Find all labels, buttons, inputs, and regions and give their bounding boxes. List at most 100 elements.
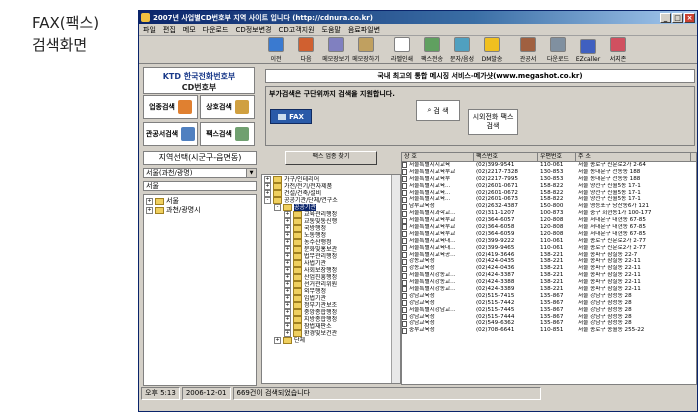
category-tree-item[interactable]: + 교통및통신행 (264, 218, 398, 225)
fax-toggle-button[interactable]: FAX (270, 109, 312, 124)
category-tree-item[interactable]: + 지방종합행정 (264, 316, 398, 323)
category-tree-item[interactable]: + 정부기관보조 (264, 302, 398, 309)
menu-item-4[interactable]: CD정보변경 (235, 25, 271, 35)
expand-toggle-icon[interactable]: + (264, 176, 271, 183)
expand-toggle-icon[interactable]: + (284, 218, 291, 225)
table-row[interactable]: 강남교육청 (02)515-7442 135-867 서울 강남구 삼성동 28 (402, 300, 696, 307)
table-row[interactable]: 서울특별시교육대... (02)399-9222 110-061 서울 종로구 신문로… (402, 238, 696, 245)
toolbar-button-3[interactable]: 메모장하기 (351, 36, 381, 63)
toolbar-button-11[interactable]: 서지존 (603, 36, 633, 63)
table-row[interactable]: 중부교육청 (02)708-6641 110-851 서울 종로구 송월동 255-2… (402, 327, 696, 334)
table-row[interactable]: 서울특별시교육부교 (02)364-6058 120-808 서울 서대문구 대현동 … (402, 224, 696, 231)
maximize-button[interactable]: □ (672, 12, 683, 23)
long-distance-fax-search-button[interactable]: 시외전화 팩스 검색 (468, 109, 518, 135)
category-tree-item[interactable]: + 사법기관 (264, 260, 398, 267)
expand-toggle-icon[interactable]: + (284, 330, 291, 337)
menu-item-1[interactable]: 편집 (163, 25, 176, 35)
expand-toggle-icon[interactable]: + (264, 190, 271, 197)
menu-item-5[interactable]: CD고객지원 (278, 25, 314, 35)
expand-toggle-icon[interactable]: + (146, 198, 153, 205)
table-row[interactable]: 서울특별시교육... (02)2601-0672 158-822 서울 양천구 신월5… (402, 190, 696, 197)
table-row[interactable]: 강남교육청 (02)549-6362 135-867 서울 강남구 삼성동 28 (402, 320, 696, 327)
table-row[interactable]: 서울특별시교육부교 (02)364-6057 120-808 서울 서대문구 대현동 … (402, 217, 696, 224)
expand-toggle-icon[interactable]: + (146, 207, 153, 214)
menu-item-7[interactable]: 음료파일변 (348, 25, 380, 35)
menu-item-6[interactable]: 도움말 (322, 25, 341, 35)
close-button[interactable]: × (684, 12, 695, 23)
category-tree-item[interactable]: + 외무행정 (264, 288, 398, 295)
expand-toggle-icon[interactable]: + (284, 288, 291, 295)
toolbar-button-5[interactable]: 팩스전송 (417, 36, 447, 63)
category-tree-item[interactable]: + 노동행정 (264, 232, 398, 239)
chevron-down-icon[interactable]: ▼ (246, 169, 256, 177)
expand-toggle-icon[interactable]: + (284, 267, 291, 274)
category-tree-item[interactable]: + 참법재판소 (264, 323, 398, 330)
category-tree-item[interactable]: + 선거관리위원 (264, 281, 398, 288)
column-header-3[interactable]: 주 소 (576, 153, 691, 161)
table-row[interactable]: 서울특별시교육... (02)2601-0671 158-822 서울 양천구 신월5… (402, 183, 696, 190)
table-row[interactable]: 서울특별시강동교... (02)424-3387 138-221 서울 송파구 잠실동… (402, 272, 696, 279)
expand-toggle-icon[interactable]: + (284, 232, 291, 239)
search-mode-button-3[interactable]: 팩스검색 (200, 122, 255, 146)
search-mode-button-0[interactable]: 업종검색 (143, 95, 198, 119)
expand-toggle-icon[interactable]: - (264, 197, 271, 204)
expand-toggle-icon[interactable]: + (264, 183, 271, 190)
expand-toggle-icon[interactable]: + (284, 281, 291, 288)
region-tree-item[interactable]: + 과천/광명시 (146, 206, 254, 215)
region-select[interactable]: 서울(과천/광명) ▼ (143, 168, 257, 178)
search-mode-button-1[interactable]: 상호검색 (200, 95, 255, 119)
search-mode-button-2[interactable]: 관공서검색 (143, 122, 198, 146)
menu-item-0[interactable]: 파일 (143, 25, 156, 35)
expand-toggle-icon[interactable]: + (284, 302, 291, 309)
region-tree-item[interactable]: + 서울 (146, 197, 254, 206)
table-row[interactable]: 서울특별시강남교... (02)515-7445 135-867 서울 강남구 삼성동… (402, 307, 696, 314)
toolbar-button-10[interactable]: EZcaller (573, 36, 603, 63)
toolbar-button-6[interactable]: 문자/음성 (447, 36, 477, 63)
toolbar-button-7[interactable]: DM발송 (477, 36, 507, 63)
toolbar-button-0[interactable]: 이전 (261, 36, 291, 63)
column-header-2[interactable]: 우편번호 (538, 153, 576, 161)
expand-toggle-icon[interactable]: + (284, 260, 291, 267)
category-tree-item[interactable]: + 법무관리행정 (264, 253, 398, 260)
toolbar-button-9[interactable]: 다운로드 (543, 36, 573, 63)
category-tree-item[interactable]: + 입법기관 (264, 295, 398, 302)
expand-toggle-icon[interactable]: + (284, 316, 291, 323)
category-tree-item[interactable]: + 중앙종합행정 (264, 309, 398, 316)
category-tree-item[interactable]: + 단체 (264, 337, 398, 344)
table-row[interactable]: 서울특별시강동교... (02)424-3388 138-221 서울 송파구 잠실동… (402, 279, 696, 286)
table-row[interactable]: 서울특별시강동교... (02)424-3389 138-221 서울 송파구 잠실동… (402, 286, 696, 293)
category-tree-item[interactable]: + 농수산행정 (264, 239, 398, 246)
column-header-1[interactable]: 팩스번호 (474, 153, 538, 161)
table-row[interactable]: 서울특별시교육부교 (02)364-6059 120-808 서울 서대문구 대현동 … (402, 231, 696, 238)
table-row[interactable]: 서울특별시과학교... (02)311-1207 100-873 서울 중구 회현동1… (402, 210, 696, 217)
category-tree-item[interactable]: + 사회보장행정 (264, 267, 398, 274)
menu-item-3[interactable]: 다운로드 (203, 25, 229, 35)
category-tree-item[interactable]: + 문화및홍보관 (264, 246, 398, 253)
table-row[interactable]: 서울특별시교육대... (02)399-9465 110-061 서울 종로구 신문로… (402, 245, 696, 252)
expand-toggle-icon[interactable]: + (284, 239, 291, 246)
category-tree-item[interactable]: + 가구/인테리어 (264, 176, 398, 183)
menu-item-2[interactable]: 메모 (183, 25, 196, 35)
toolbar-button-4[interactable]: 라벨인쇄 (387, 36, 417, 63)
expand-toggle-icon[interactable]: + (284, 295, 291, 302)
toolbar-button-8[interactable]: 관공서 (513, 36, 543, 63)
minimize-button[interactable]: _ (660, 12, 671, 23)
category-tree-item[interactable]: + 가전/전기/전자제품 (264, 183, 398, 190)
category-tree-item[interactable]: + 산업진흥행정 (264, 274, 398, 281)
region-input[interactable]: 서울 (143, 181, 257, 191)
toolbar-button-1[interactable]: 다음 (291, 36, 321, 63)
category-scrollbar[interactable] (391, 175, 400, 383)
expand-toggle-icon[interactable]: + (284, 211, 291, 218)
table-row[interactable]: 서울특별시교육부 (02)2217-7995 130-853 서울 동대문구 전동동 … (402, 176, 696, 183)
table-row[interactable]: 서울특별시시교육 (02)399-9541 110-061 서울 종로구 신문로2가 … (402, 162, 696, 169)
expand-toggle-icon[interactable]: + (274, 337, 281, 344)
category-tree-item[interactable]: + 건설/건축/설비 (264, 190, 398, 197)
table-row[interactable]: 강남교육청 (02)515-7415 135-867 서울 강남구 삼성동 28 (402, 293, 696, 300)
expand-toggle-icon[interactable]: + (284, 274, 291, 281)
table-row[interactable]: 남부교육청 (02)2632-4387 150-800 서울 영등포구 당산동6가 1… (402, 203, 696, 210)
search-button[interactable]: ⌕ 검 색 (416, 100, 460, 121)
expand-toggle-icon[interactable]: + (284, 253, 291, 260)
category-tree-item[interactable]: + 교육관리행정 (264, 211, 398, 218)
ad-banner[interactable]: 국내 최고의 통합 메시징 서비스-메가샷(www.megashot.co.kr… (265, 69, 695, 83)
expand-toggle-icon[interactable]: + (284, 309, 291, 316)
